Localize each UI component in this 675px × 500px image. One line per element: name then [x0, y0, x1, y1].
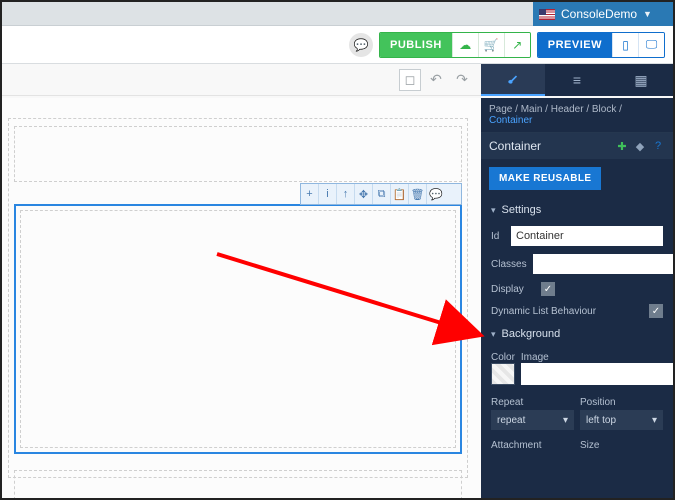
- image-input[interactable]: [521, 363, 673, 385]
- dynamic-list-label: Dynamic List Behaviour: [491, 306, 643, 317]
- classes-label: Classes: [491, 259, 527, 270]
- row-id: Id: [481, 222, 673, 250]
- cart-icon[interactable]: 🛒: [478, 33, 504, 57]
- publish-button[interactable]: PUBLISH: [380, 33, 452, 57]
- size-label: Size: [580, 436, 663, 451]
- plugin-icon[interactable]: ◆: [633, 139, 647, 153]
- top-bar: ConsoleDemo ▼: [2, 2, 673, 26]
- crumb-main[interactable]: Main: [521, 104, 543, 115]
- tab-tree[interactable]: ≡: [545, 64, 609, 96]
- position-label: Position: [580, 393, 663, 408]
- id-label: Id: [491, 231, 505, 242]
- section-background[interactable]: Background: [481, 322, 673, 346]
- sel-add-icon[interactable]: +: [301, 184, 319, 204]
- sel-copy-icon[interactable]: ⧉: [373, 184, 391, 204]
- cloud-upload-icon[interactable]: ☁: [452, 33, 478, 57]
- undo-icon[interactable]: ↶: [425, 69, 447, 91]
- external-link-icon[interactable]: ↗: [504, 33, 530, 57]
- sel-delete-icon[interactable]: 🗑: [409, 184, 427, 204]
- flag-us-icon: [539, 9, 555, 20]
- canvas[interactable]: + i ↑ ✥ ⧉ 📋 🗑 💬: [2, 98, 481, 498]
- crumb-header[interactable]: Header: [551, 104, 584, 115]
- sel-comment-icon[interactable]: 💬: [427, 184, 445, 204]
- tool-row: ◻ ↶ ↷ ≡ ▦: [2, 64, 673, 96]
- account-name: ConsoleDemo: [561, 7, 637, 21]
- bg-image-col: Image •••: [521, 348, 673, 385]
- tab-grid[interactable]: ▦: [609, 64, 673, 96]
- color-swatch[interactable]: [491, 363, 515, 385]
- account-switcher[interactable]: ConsoleDemo ▼: [533, 2, 673, 26]
- chat-icon[interactable]: 💬: [349, 33, 373, 57]
- section-settings[interactable]: Settings: [481, 198, 673, 222]
- action-bar: 💬 PUBLISH ☁ 🛒 ↗ PREVIEW ▯ 🖵: [2, 26, 673, 64]
- preview-group: PREVIEW ▯ 🖵: [537, 32, 665, 58]
- sel-up-icon[interactable]: ↑: [337, 184, 355, 204]
- tab-styles[interactable]: [481, 64, 545, 96]
- crumb-current: Container: [489, 115, 532, 126]
- breadcrumb: Page / Main / Header / Block / Container: [481, 98, 673, 133]
- sel-move-icon[interactable]: ✥: [355, 184, 373, 204]
- color-label: Color: [491, 348, 515, 363]
- chevron-down-icon: ▾: [652, 415, 657, 426]
- row-classes: Classes: [481, 250, 673, 278]
- sel-info-icon[interactable]: i: [319, 184, 337, 204]
- chevron-down-icon: ▼: [643, 9, 652, 19]
- crumb-block[interactable]: Block: [592, 104, 616, 115]
- mobile-icon[interactable]: ▯: [612, 33, 638, 57]
- dynamic-list-checkbox[interactable]: ✓: [649, 304, 663, 318]
- classes-input[interactable]: [533, 254, 673, 274]
- preview-button[interactable]: PREVIEW: [538, 33, 612, 57]
- image-label: Image: [521, 348, 673, 363]
- help-icon[interactable]: ?: [651, 139, 665, 153]
- selection-toolbar: + i ↑ ✥ ⧉ 📋 🗑 💬: [300, 183, 462, 205]
- row-display: Display ✓: [481, 278, 673, 300]
- layout-slot-3[interactable]: [14, 470, 462, 498]
- chevron-down-icon: ▾: [563, 415, 568, 426]
- row-dynamic-list: Dynamic List Behaviour ✓: [481, 300, 673, 322]
- inspector-panel: Page / Main / Header / Block / Container…: [481, 98, 673, 498]
- stop-icon[interactable]: ◻: [399, 69, 421, 91]
- bg-color-col: Color: [491, 348, 515, 385]
- desktop-icon[interactable]: 🖵: [638, 33, 664, 57]
- display-checkbox[interactable]: ✓: [541, 282, 555, 296]
- puzzle-icon[interactable]: ✚: [615, 139, 629, 153]
- crumb-page[interactable]: Page: [489, 104, 512, 115]
- inspector-tabs: ≡ ▦: [481, 64, 673, 96]
- layout-slot-1[interactable]: [14, 126, 462, 182]
- repeat-label: Repeat: [491, 393, 574, 408]
- panel-title: Container: [489, 139, 541, 153]
- panel-header: Container ✚ ◆ ?: [481, 133, 673, 159]
- id-input[interactable]: [511, 226, 663, 246]
- make-reusable-button[interactable]: MAKE REUSABLE: [489, 167, 601, 190]
- publish-group: PUBLISH ☁ 🛒 ↗: [379, 32, 531, 58]
- repeat-select[interactable]: repeat▾: [491, 410, 574, 430]
- display-label: Display: [491, 284, 535, 295]
- redo-icon[interactable]: ↷: [451, 69, 473, 91]
- selected-container-inner[interactable]: [20, 210, 456, 448]
- attachment-label: Attachment: [491, 436, 574, 451]
- brush-icon: [506, 72, 520, 86]
- sel-paste-icon[interactable]: 📋: [391, 184, 409, 204]
- canvas-history-tools: ◻ ↶ ↷: [2, 64, 481, 96]
- position-select[interactable]: left top▾: [580, 410, 663, 430]
